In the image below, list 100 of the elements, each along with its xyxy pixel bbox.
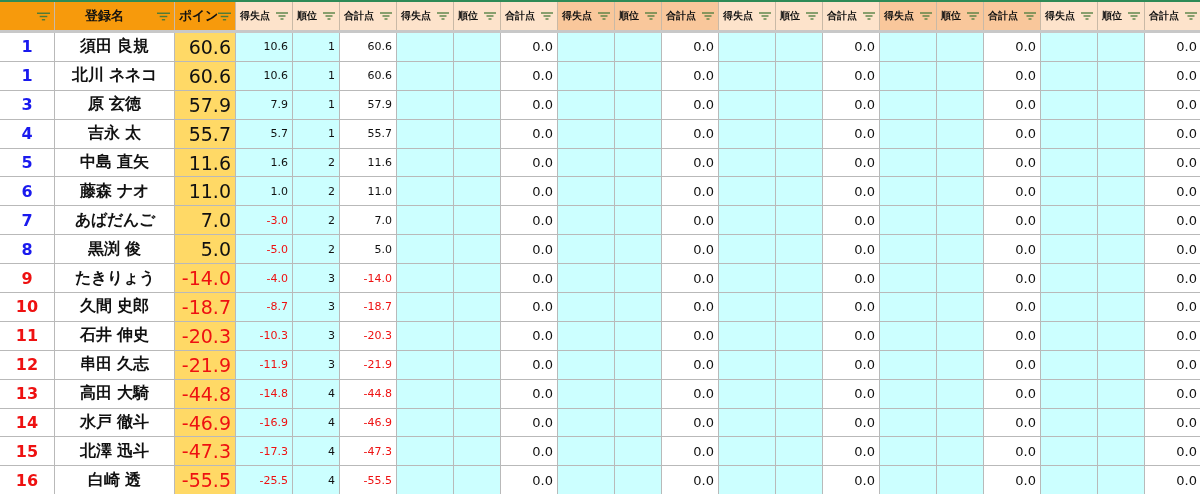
table-cell: 11.0 xyxy=(175,177,236,207)
header-label: 登録名 xyxy=(85,7,124,25)
table-cell: 0.0 xyxy=(823,350,880,380)
header-label: 得失点 xyxy=(1045,9,1075,23)
table-cell: -3.0 xyxy=(236,206,293,236)
table-cell: 須田 良規 xyxy=(55,33,175,62)
table-cell: 7 xyxy=(0,206,55,236)
table-cell: 0.0 xyxy=(823,90,880,120)
table-cell: -11.9 xyxy=(236,350,293,380)
header-label: 得失点 xyxy=(562,9,592,23)
table-cell: 4 xyxy=(293,408,340,438)
filter-icon[interactable] xyxy=(1185,12,1197,20)
table-cell: 原 玄徳 xyxy=(55,90,175,120)
header-label: 合計点 xyxy=(505,9,535,23)
filter-icon[interactable] xyxy=(806,12,818,20)
table-cell: -14.0 xyxy=(175,264,236,293)
filter-icon[interactable] xyxy=(380,12,392,20)
table-cell: 0.0 xyxy=(501,119,558,149)
table-cell: -8.7 xyxy=(236,293,293,322)
table-cell: 0.0 xyxy=(662,206,719,236)
table-cell: 6 xyxy=(0,177,55,207)
table-cell: 5.0 xyxy=(175,235,236,265)
table-cell: 57.9 xyxy=(340,90,397,120)
table-cell: 0.0 xyxy=(823,33,880,62)
table-cell: -20.3 xyxy=(340,321,397,351)
filter-icon[interactable] xyxy=(1081,12,1093,20)
table-cell: 0.0 xyxy=(501,61,558,91)
table-cell: -10.3 xyxy=(236,321,293,351)
filter-icon[interactable] xyxy=(541,12,553,20)
table-cell: -4.0 xyxy=(236,264,293,293)
table-cell: 0.0 xyxy=(984,293,1041,322)
table-cell: 0.0 xyxy=(501,350,558,380)
filter-icon[interactable] xyxy=(967,12,979,20)
table-cell: 55.7 xyxy=(340,119,397,149)
table-cell: 0.0 xyxy=(501,264,558,293)
table-cell: 7.0 xyxy=(340,206,397,236)
table-cell: 2 xyxy=(293,148,340,178)
filter-icon[interactable] xyxy=(437,12,449,20)
table-cell: 0.0 xyxy=(823,408,880,438)
filter-icon[interactable] xyxy=(157,11,170,21)
table-cell: 60.6 xyxy=(340,33,397,62)
table-cell: 0.0 xyxy=(984,379,1041,409)
filter-icon[interactable] xyxy=(1128,12,1140,20)
filter-icon[interactable] xyxy=(37,11,50,21)
filter-icon[interactable] xyxy=(759,12,771,20)
table-cell: 北川 ネネコ xyxy=(55,61,175,91)
table-cell: 0.0 xyxy=(662,264,719,293)
table-cell: 1 xyxy=(293,119,340,149)
table-cell: 串田 久志 xyxy=(55,350,175,380)
filter-icon[interactable] xyxy=(702,12,714,20)
table-cell: 0.0 xyxy=(984,148,1041,178)
table-cell: 60.6 xyxy=(175,33,236,62)
table-cell: -5.0 xyxy=(236,235,293,265)
table-cell: 12 xyxy=(0,350,55,380)
table-cell: 0.0 xyxy=(501,437,558,467)
table-cell: 5 xyxy=(0,148,55,178)
table-cell: 10.6 xyxy=(236,33,293,62)
header-label: 順位 xyxy=(941,9,961,23)
header-label: 順位 xyxy=(297,9,317,23)
table-cell: 高田 大騎 xyxy=(55,379,175,409)
table-cell: 0.0 xyxy=(984,33,1041,62)
table-cell: 藤森 ナオ xyxy=(55,177,175,207)
filter-icon[interactable] xyxy=(598,12,610,20)
table-cell: 0.0 xyxy=(501,33,558,62)
table-cell: 14 xyxy=(0,408,55,438)
table-cell: -14.8 xyxy=(236,379,293,409)
filter-icon[interactable] xyxy=(920,12,932,20)
table-cell: 0.0 xyxy=(662,437,719,467)
table-cell: 0.0 xyxy=(823,264,880,293)
header-label: 得失点 xyxy=(240,9,270,23)
filter-icon[interactable] xyxy=(1024,12,1036,20)
table-cell: 0.0 xyxy=(501,235,558,265)
table-cell: -16.9 xyxy=(236,408,293,438)
table-cell: 0.0 xyxy=(501,177,558,207)
table-cell: たきりょう xyxy=(55,264,175,293)
header-label: 順位 xyxy=(780,9,800,23)
filter-icon[interactable] xyxy=(863,12,875,20)
header-label: 得失点 xyxy=(401,9,431,23)
table-cell: 2 xyxy=(293,235,340,265)
table-cell: -47.3 xyxy=(340,437,397,467)
table-cell: 1.0 xyxy=(236,177,293,207)
filter-icon[interactable] xyxy=(323,12,335,20)
table-cell: 1 xyxy=(0,33,55,62)
filter-icon[interactable] xyxy=(218,11,231,21)
table-cell: 0.0 xyxy=(823,206,880,236)
table-cell: 0.0 xyxy=(662,408,719,438)
table-cell: 3 xyxy=(293,321,340,351)
table-cell: 0.0 xyxy=(984,437,1041,467)
table-cell: 0.0 xyxy=(984,235,1041,265)
filter-icon[interactable] xyxy=(276,12,288,20)
table-cell: 1 xyxy=(293,90,340,120)
table-cell: 0.0 xyxy=(662,148,719,178)
table-cell: 0.0 xyxy=(501,90,558,120)
header-label: 合計点 xyxy=(344,9,374,23)
filter-icon[interactable] xyxy=(645,12,657,20)
filter-icon[interactable] xyxy=(484,12,496,20)
table-cell: 55.7 xyxy=(175,119,236,149)
table-cell: 9 xyxy=(0,264,55,293)
table-cell: 1 xyxy=(293,61,340,91)
table-cell: あばだんご xyxy=(55,206,175,236)
